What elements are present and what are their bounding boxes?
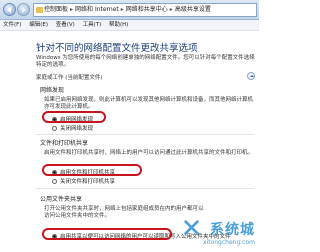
menu-bar: 文件(F) 编辑(E) 查看(V) 工具(T) 帮助(H)	[0, 20, 259, 31]
divider	[36, 188, 254, 189]
crumb-control-panel[interactable]: 控制面板	[44, 6, 68, 13]
radio-disable-file-printer-sharing[interactable]: 关闭文件和打印机共享	[52, 177, 115, 185]
forward-arrow-icon[interactable]	[17, 3, 30, 16]
back-arrow-icon[interactable]	[3, 3, 16, 16]
radio-disable-network-discovery[interactable]: 关闭网络发现	[52, 124, 93, 132]
watermark: 系统城 xitongcheng.com	[184, 219, 255, 246]
page-title: 针对不同的网络配置文件更改共享选项	[36, 43, 198, 54]
public-folder-sharing-title: 公用文件夹共享	[40, 196, 83, 203]
menu-file[interactable]: 文件(F)	[0, 22, 24, 28]
collapse-chevron-icon[interactable]	[247, 72, 255, 80]
crumb-advanced-sharing[interactable]: 高级共享设置	[175, 6, 211, 13]
file-printer-sharing-description: 启用文件和打印机共享时，网络上的用户可以访问通过此计算机共享的文件和打印机。	[44, 150, 254, 156]
crumb-network-internet[interactable]: 网络和 Internet	[75, 6, 119, 13]
page-description: Windows 为您所使用的每个网络创建单独的网络配置文件。您可以针对每个配置文…	[36, 55, 255, 68]
menu-edit[interactable]: 编辑(E)	[26, 22, 51, 28]
network-discovery-title: 网络发现	[40, 87, 65, 94]
file-printer-sharing-title: 文件和打印机共享	[40, 140, 89, 147]
watermark-url: xitongcheng.com	[203, 239, 255, 246]
crumb-network-sharing-center[interactable]: 网络和共享中心	[126, 6, 168, 13]
radio-unselected-icon[interactable]	[52, 126, 57, 131]
radio-unselected-icon[interactable]	[52, 179, 57, 184]
menu-view[interactable]: 查看(V)	[53, 22, 78, 28]
menu-tools[interactable]: 工具(T)	[80, 22, 105, 28]
watermark-logo: 系统城	[210, 222, 255, 238]
highlight-file-printer-sharing	[42, 164, 142, 176]
main-content: 针对不同的网络配置文件更改共享选项 Windows 为您所使用的每个网络创建单独…	[0, 31, 259, 252]
divider	[36, 134, 254, 135]
address-bar: 控制面板 ▸ 网络和 Internet ▸ 网络和共享中心 ▸ 高级共享设置	[0, 0, 259, 20]
menu-help[interactable]: 帮助(H)	[106, 22, 131, 28]
network-discovery-description: 如果已启用网络发现，则此计算机可以发现其他网络计算机和设备，而其他网络计算机亦可…	[44, 97, 254, 110]
profile-label: 家庭或工作 (当前配置文件)	[36, 75, 103, 81]
highlight-public-folder-sharing	[42, 228, 172, 240]
highlight-network-discovery	[42, 111, 106, 123]
breadcrumb[interactable]: 控制面板 ▸ 网络和 Internet ▸ 网络和共享中心 ▸ 高级共享设置	[33, 3, 257, 17]
public-folder-sharing-description: 打开公用文件夹共享时，网络上包括家庭组成员在内的用户都可以访问公用文件夹中的文件…	[44, 206, 204, 219]
xitongcheng-logo-icon	[184, 220, 199, 235]
folder-icon	[36, 7, 43, 13]
